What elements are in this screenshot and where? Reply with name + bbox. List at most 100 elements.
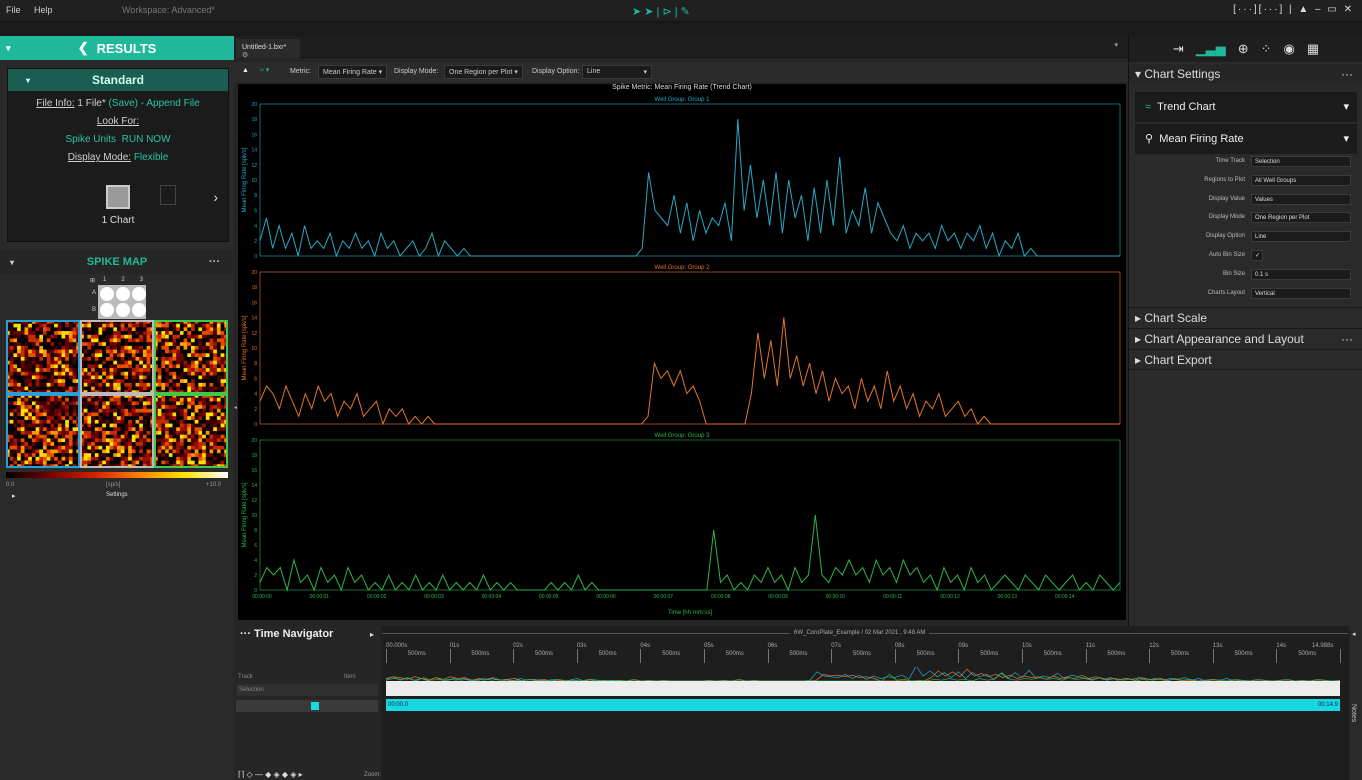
standard-header[interactable]: ▾ Standard bbox=[8, 69, 228, 91]
spike-map-heatmap[interactable] bbox=[6, 320, 228, 468]
tab-menu-icon[interactable]: ▾ bbox=[1114, 41, 1118, 49]
grid-icon[interactable]: ▦ bbox=[1307, 41, 1319, 57]
setting-value[interactable]: All Well Groups bbox=[1251, 174, 1351, 186]
well-map[interactable] bbox=[6, 320, 81, 395]
selection-track[interactable]: Selection bbox=[236, 684, 378, 696]
well-map[interactable] bbox=[80, 394, 155, 468]
setting-value[interactable]: ✓ bbox=[1251, 250, 1263, 261]
selection-range-bar[interactable] bbox=[386, 681, 1340, 696]
x-tick-label: 00:00:02 bbox=[367, 594, 387, 600]
scatter-icon[interactable]: ⁘ bbox=[1261, 41, 1272, 57]
chart-icon[interactable]: ▁▃▅ bbox=[1196, 41, 1226, 57]
well-map[interactable] bbox=[80, 320, 155, 395]
file-track[interactable] bbox=[236, 700, 378, 712]
notes-sidebar[interactable]: ◂ Notes bbox=[1350, 626, 1362, 780]
login-icon[interactable]: ⇥ bbox=[1173, 41, 1184, 57]
y-tick-label: 6 bbox=[254, 376, 257, 382]
file-info-label[interactable]: File Info: bbox=[36, 98, 74, 109]
append-file-link[interactable]: - Append File bbox=[141, 98, 200, 109]
well-map[interactable] bbox=[154, 320, 228, 395]
well-map[interactable] bbox=[154, 394, 228, 468]
collapse-icon[interactable]: ▾ bbox=[10, 258, 14, 267]
zoom-icon[interactable]: ⊕ bbox=[1238, 41, 1249, 57]
back-icon[interactable]: ❮ bbox=[78, 40, 89, 56]
metric-select[interactable]: Mean Firing Rate ▾ bbox=[318, 65, 388, 79]
y-tick-label: 12 bbox=[251, 331, 257, 337]
collapse-left-icon[interactable]: ◂ bbox=[234, 404, 237, 411]
cursor-tools-icon[interactable]: ➤ ➤ | ⊳ | ✎ bbox=[632, 5, 690, 18]
y-tick-label: 20 bbox=[251, 102, 257, 108]
setting-value[interactable]: Vertical bbox=[1251, 287, 1351, 299]
tn-title-row[interactable]: ··· Time Navigator bbox=[240, 628, 333, 640]
ms-tick-label: 500ms bbox=[662, 651, 681, 657]
track-color-swatch[interactable] bbox=[311, 702, 319, 710]
trend-chart-group-2[interactable]: Well Group: Group 2 Mean Firing Rate [spk… bbox=[238, 262, 1126, 430]
trend-chart-group-3[interactable]: Well Group: Group 3 Mean Firing Rate [spk… bbox=[238, 430, 1126, 620]
multi-chart-icon[interactable] bbox=[160, 185, 176, 205]
well-map[interactable] bbox=[6, 394, 81, 468]
settings-link[interactable]: Settings bbox=[106, 492, 128, 498]
spike-units-link[interactable]: Spike Units bbox=[65, 134, 116, 145]
menu-file[interactable]: File bbox=[6, 5, 21, 15]
look-for-label[interactable]: Look For: bbox=[97, 116, 139, 127]
expand-icon[interactable]: ▸ bbox=[12, 492, 16, 500]
collapse-icon[interactable]: ▾ bbox=[26, 76, 30, 85]
document-tab[interactable]: Untitled-1.bxr* ⚙ bbox=[236, 39, 300, 59]
collapse-up-icon[interactable]: ▲ bbox=[242, 67, 249, 74]
chart-settings-header[interactable]: ▾ Chart Settings ··· bbox=[1129, 64, 1362, 84]
results-header[interactable]: ▾ ❮ RESULTS bbox=[0, 36, 234, 60]
collapse-icon[interactable]: ◂ bbox=[1352, 630, 1356, 638]
save-link[interactable]: (Save) bbox=[109, 98, 138, 109]
chevron-right-icon[interactable]: › bbox=[213, 189, 218, 205]
file-range-bar[interactable]: 00:00.0 00:14.9 bbox=[386, 699, 1340, 711]
time-ruler[interactable]: 00.000s 14.988s 01s 02s 03s 04s 05s 06s 07s 08s 09… bbox=[386, 643, 1341, 665]
setting-value[interactable]: Selection bbox=[1251, 156, 1351, 167]
overview-sparkline[interactable] bbox=[386, 667, 1340, 681]
setting-value[interactable]: Line bbox=[1251, 231, 1351, 243]
more-icon[interactable]: ··· bbox=[209, 256, 220, 268]
item-col-header: Item bbox=[344, 674, 356, 680]
tn-tool-icons[interactable]: ⌈⌉ ◇ — ◆ ◈ ◆ ◈ ▸ bbox=[238, 770, 303, 779]
display-option-select[interactable]: Line ▾ bbox=[582, 65, 652, 79]
record-icon[interactable]: ◉ bbox=[1284, 41, 1295, 57]
x-tick-label: 00:00:07 bbox=[654, 594, 674, 600]
display-mode-select[interactable]: One Region per Plot ▾ bbox=[444, 65, 523, 79]
second-tick-label: 03s bbox=[576, 643, 587, 649]
scale-max: +10.0 bbox=[206, 482, 222, 488]
more-icon[interactable]: ··· bbox=[1341, 329, 1353, 350]
run-now-button[interactable]: RUN NOW bbox=[122, 134, 171, 145]
display-mode-label[interactable]: Display Mode: bbox=[68, 152, 131, 163]
second-tick-label: 08s bbox=[894, 643, 905, 649]
setting-value[interactable]: 0.1 s bbox=[1251, 268, 1351, 280]
trend-icon: ≈ bbox=[1145, 101, 1152, 113]
collapse-icon[interactable]: ▾ bbox=[6, 43, 11, 54]
chart-appearance-section[interactable]: ▸ Chart Appearance and Layout ··· bbox=[1129, 328, 1362, 349]
metric-value: Mean Firing Rate bbox=[323, 69, 377, 76]
setting-value[interactable]: One Region per Plot bbox=[1251, 212, 1351, 224]
display-mode-value: One Region per Plot bbox=[449, 69, 513, 76]
single-chart-icon[interactable] bbox=[106, 185, 130, 209]
trend-icon[interactable]: ≈ ▾ bbox=[260, 66, 269, 74]
plate-selector[interactable] bbox=[98, 285, 146, 319]
trend-chart-group-1[interactable]: Well Group: Group 1 Mean Firing Rate [spk… bbox=[238, 94, 1126, 262]
menu-help[interactable]: Help bbox=[34, 5, 53, 15]
expand-icon[interactable]: ▸ bbox=[370, 630, 374, 639]
setting-label: Time Track bbox=[1215, 158, 1245, 164]
gear-icon[interactable]: ⚙ bbox=[242, 52, 248, 59]
setting-value[interactable]: Values bbox=[1251, 193, 1351, 205]
window-controls[interactable]: [···][···] | ▲ – ▭ ✕ bbox=[1233, 4, 1354, 15]
standard-panel: ▾ Standard File Info: 1 File* (Save) - A… bbox=[7, 68, 229, 242]
file-info-row: File Info: 1 File* (Save) - Append File bbox=[8, 95, 228, 113]
series-line bbox=[259, 119, 1120, 258]
display-mode-value[interactable]: Flexible bbox=[134, 152, 168, 163]
chart-scale-section[interactable]: ▸ Chart Scale bbox=[1129, 307, 1362, 328]
workspace-label[interactable]: Workspace: Advanced* bbox=[122, 5, 215, 15]
chart-export-section[interactable]: ▸ Chart Export bbox=[1129, 349, 1362, 370]
ms-tick-label: 500ms bbox=[853, 651, 872, 657]
more-icon[interactable]: ··· bbox=[1341, 64, 1353, 84]
results-title: RESULTS bbox=[96, 40, 157, 56]
map-grid-icon[interactable]: ⊞ bbox=[90, 277, 95, 284]
metric-type-select[interactable]: ⚲ Mean Firing Rate ▾ bbox=[1135, 124, 1357, 154]
spike-map-header[interactable]: ▾ SPIKE MAP ··· bbox=[0, 250, 234, 274]
chart-type-select[interactable]: ≈ Trend Chart ▾ bbox=[1135, 92, 1357, 122]
